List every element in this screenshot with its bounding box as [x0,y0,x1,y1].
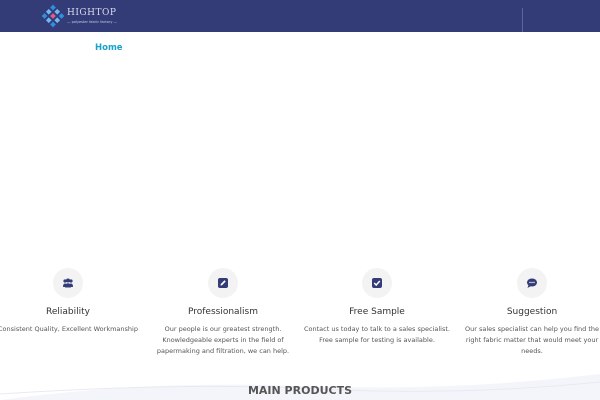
logo-mark-icon [42,4,64,28]
edit-icon [218,278,228,288]
feature-title: Professionalism [187,307,259,317]
feature-icon-circle [517,268,547,298]
feature-free-sample: Free Sample Contact us today to talk to … [302,268,452,346]
feature-reliability: Reliability Consistent Quality, Excellen… [0,268,143,335]
site-logo[interactable]: HIGHTOP — polyester fabric factory — [42,4,122,28]
brand-tagline: — polyester fabric factory — [67,20,118,24]
feature-professionalism: Professionalism Our people is our greate… [148,268,298,357]
feature-title: Free Sample [349,307,405,317]
feature-description: Contact us today to talk to a sales spec… [304,325,450,344]
site-header: HIGHTOP — polyester fabric factory — [0,0,600,32]
users-icon [63,278,73,288]
breadcrumb-home-link[interactable]: Home [95,43,123,53]
feature-icon-circle [362,268,392,298]
feature-icon-circle [53,268,83,298]
main-products-heading: MAIN PRODUCTS [247,384,353,397]
comment-icon [527,278,537,288]
feature-title: Reliability [46,307,90,317]
check-square-icon [372,278,382,288]
feature-description: Our sales specialist can help you find t… [464,325,600,355]
feature-title: Suggestion [506,307,558,317]
brand-name: HIGHTOP [67,8,117,18]
header-divider [522,8,523,32]
feature-icon-circle [208,268,238,298]
feature-suggestion: Suggestion Our sales specialist can help… [457,268,600,357]
feature-description: Consistent Quality, Excellent Workmanshi… [0,325,138,333]
feature-description: Our people is our greatest strength. Kno… [156,325,290,355]
